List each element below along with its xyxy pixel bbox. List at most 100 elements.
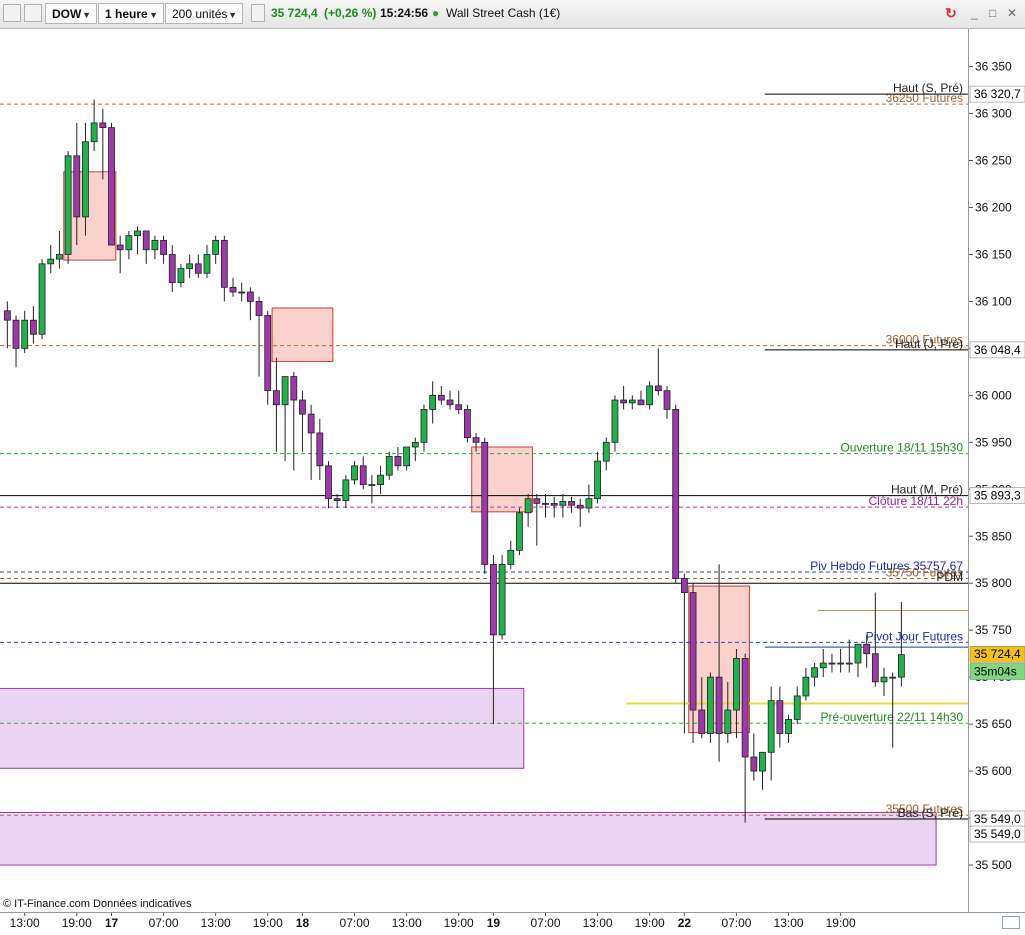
bearish-candle [29, 319, 37, 335]
bearish-candle [455, 404, 463, 410]
bearish-candle [620, 399, 628, 404]
bullish-candle [516, 512, 523, 551]
bullish-candle [542, 502, 549, 505]
bullish-candle [377, 474, 384, 485]
bearish-candle [229, 286, 237, 293]
bearish-candle [116, 244, 124, 251]
supply-zone [63, 171, 117, 261]
supply-zone [271, 307, 334, 363]
bullish-candle [759, 751, 766, 772]
symbol-select[interactable]: DOW ▼ [45, 3, 97, 24]
bearish-candle [359, 465, 367, 485]
bearish-candle [273, 390, 280, 406]
bearish-candle [333, 498, 341, 501]
bullish-candle [889, 676, 897, 679]
bearish-candle [871, 653, 879, 683]
level-label: Pivot Jour Futures [866, 629, 963, 643]
bearish-candle [194, 263, 202, 274]
bearish-candle [550, 502, 558, 506]
bullish-candle [385, 456, 393, 476]
bearish-candle [220, 239, 228, 288]
minimize-icon[interactable]: _ [971, 3, 978, 24]
bearish-candle [689, 592, 697, 711]
x-tick-label: 07:00 [340, 916, 370, 930]
bullish-candle [429, 394, 437, 410]
bullish-candle [21, 319, 29, 349]
level-label: Haut (J, Pré) [895, 337, 963, 351]
price-tag-label: 35m04s [974, 665, 1017, 679]
bearish-candle [108, 127, 115, 246]
units-label: 200 unités [172, 7, 228, 21]
bullish-candle [177, 268, 185, 284]
instrument-name: Wall Street Cash (1€) [446, 6, 561, 20]
x-tick-label: 17 [105, 916, 119, 930]
bullish-candle [646, 385, 654, 406]
bullish-candle [203, 254, 211, 274]
bullish-candle [845, 662, 853, 665]
bullish-candle [403, 446, 411, 467]
info-icon[interactable] [251, 4, 265, 22]
bearish-candle [73, 155, 81, 218]
bullish-candle [134, 230, 141, 237]
price-tag-label: 35 893,3 [974, 489, 1021, 503]
bullish-candle [733, 657, 740, 711]
bullish-candle [880, 676, 888, 683]
x-tick-label: 07:00 [530, 916, 560, 930]
price-value: 35 724,4 [271, 6, 318, 20]
chart-plot-area[interactable]: 36250 Futures Haut (S, Pré) 36000 Futures H… [0, 29, 968, 912]
bullish-candle [628, 399, 636, 404]
x-tick-label: 13:00 [10, 916, 40, 930]
bullish-candle [82, 141, 89, 218]
close-icon[interactable]: ✕ [1007, 3, 1017, 24]
time-axis: 13:00 19:00 17 07:00 13:00 19:00 18 07:00 13:00 1… [0, 912, 1025, 932]
bearish-candle [12, 319, 20, 349]
demand-zone [0, 687, 525, 769]
y-tick-label: 35 950 [975, 435, 1012, 449]
y-tick-label: 35 850 [975, 529, 1012, 543]
bullish-candle [811, 667, 818, 678]
bullish-candle [368, 484, 376, 486]
bullish-candle [611, 399, 619, 443]
bearish-candle [715, 676, 723, 734]
bullish-candle [64, 155, 72, 255]
bearish-candle [246, 291, 254, 302]
bearish-candle [863, 643, 871, 655]
y-tick-label: 35 500 [975, 858, 1012, 872]
x-tick-label: 19 [487, 916, 501, 930]
bearish-candle [290, 376, 298, 401]
price-tag-label: 35 549,0 [974, 827, 1021, 841]
bearish-candle [776, 700, 784, 734]
price-tag-label: 36 048,4 [974, 343, 1021, 357]
bearish-candle [463, 409, 471, 439]
bearish-candle [299, 399, 306, 415]
bearish-candle [99, 122, 107, 129]
bullish-candle [238, 291, 246, 294]
bullish-candle [602, 441, 610, 462]
bullish-candle [897, 654, 905, 678]
bullish-candle [411, 441, 419, 448]
maximize-icon[interactable]: □ [989, 3, 996, 24]
refresh-icon[interactable]: ↻ [945, 3, 957, 24]
scroll-corner-icon[interactable] [1002, 916, 1020, 929]
chart-toggle-icon[interactable] [3, 4, 21, 22]
bearish-candle [576, 504, 584, 509]
price-axis-labels: 36 350 36 300 36 250 36 200 36 150 36 100 36 0… [969, 60, 1025, 872]
bullish-candle [186, 263, 194, 269]
price-axis[interactable]: 36 350 36 300 36 250 36 200 36 150 36 100 36 0… [968, 29, 1025, 912]
y-tick-label: 35 750 [975, 623, 1012, 637]
bullish-candle [707, 676, 714, 734]
bearish-candle [160, 239, 167, 255]
bullish-candle [281, 376, 289, 406]
units-select[interactable]: 200 unités ▼ [165, 3, 243, 24]
bullish-candle [828, 662, 836, 665]
timeframe-select[interactable]: 1 heure ▼ [98, 3, 164, 24]
bullish-candle [802, 676, 810, 697]
bearish-candle [168, 254, 176, 284]
bullish-candle [38, 263, 46, 335]
bearish-candle [481, 441, 489, 565]
timeframe-label: 1 heure [105, 7, 148, 21]
y-tick-label: 36 200 [975, 200, 1012, 214]
chevron-down-icon: ▼ [228, 10, 237, 20]
chart-settings-icon[interactable] [24, 4, 42, 22]
level-label: Clôture 18/11 22h [868, 494, 963, 508]
